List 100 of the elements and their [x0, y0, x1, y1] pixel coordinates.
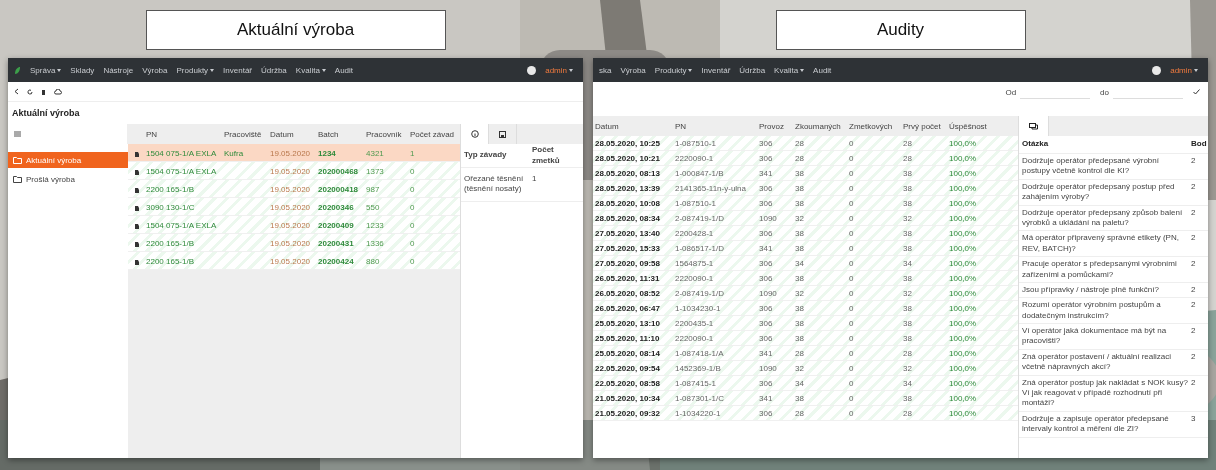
table-cell-text: 550 [365, 202, 381, 212]
nav-menu-item[interactable]: Audit [813, 65, 832, 75]
table-cell-text: 19.05.2020 [269, 220, 312, 230]
table-cell-text: 0 [848, 348, 855, 358]
table-cell-text: 1-087418-1/A [674, 348, 725, 358]
table-cell-text: 0 [848, 303, 855, 313]
refresh-icon[interactable] [27, 88, 33, 95]
table-row[interactable]: 22.05.2020, 09:54 1452369-1/B 1090 32 0 32 100,0% [593, 361, 1018, 376]
table-row[interactable]: 1504 075-1/A EXLA 19.05.2020 202000468 1373 0 [128, 162, 460, 180]
table-row[interactable]: 21.05.2020, 10:34 1-087301-1/C 341 38 0 38 100,0% [593, 391, 1018, 406]
table-cell-text: Kufra [223, 148, 245, 158]
table-row[interactable]: 25.05.2020, 13:10 2200435-1 306 38 0 38 100,0% [593, 316, 1018, 331]
table-cell-text: Jsou přípravky / nástroje plně funkční? [1022, 284, 1160, 296]
user-menu[interactable]: admin [545, 65, 573, 75]
nav-menu-item[interactable]: Sklady [70, 65, 95, 75]
nav-menu-item[interactable]: Inventář [701, 65, 731, 75]
table-cell-text: 26.05.2020, 06:47 [594, 303, 661, 313]
table-row[interactable]: 25.05.2020, 11:10 2220090-1 306 38 0 38 100,0% [593, 331, 1018, 346]
column-header[interactable]: Úspěšnost [947, 121, 1018, 131]
table-row[interactable]: 28.05.2020, 13:39 2141365-11n-y-ulna 306 38 0 38 100,0% [593, 181, 1018, 196]
leaf-logo-icon[interactable] [14, 65, 21, 75]
table-cell-text: 100,0% [948, 333, 978, 343]
column-header[interactable]: Pracoviště [222, 129, 268, 139]
user-avatar-icon[interactable] [527, 65, 537, 75]
table-row[interactable]: 1504 075-1/A EXLA 19.05.2020 20200409 1233 0 [128, 216, 460, 234]
cloud-icon[interactable] [54, 88, 62, 95]
nav-menu-item[interactable]: ska [599, 65, 612, 75]
table-row[interactable]: 28.05.2020, 10:08 1-087510-1 306 38 0 38 100,0% [593, 196, 1018, 211]
user-avatar-icon[interactable] [1152, 65, 1162, 75]
nav-menu-item[interactable]: Výroba [620, 65, 646, 75]
table-row[interactable]: 27.05.2020, 13:40 2200428-1 306 38 0 38 100,0% [593, 226, 1018, 241]
confirm-icon[interactable] [1193, 89, 1200, 95]
table-cell-text: 19.05.2020 [269, 148, 312, 158]
table-cell-text: 34 [902, 258, 913, 268]
back-icon[interactable] [14, 88, 19, 95]
nav-menu-item[interactable]: Kvalita [295, 65, 326, 75]
table-row[interactable]: 21.05.2020, 09:32 1-1034220-1 306 28 0 28 100,0% [593, 406, 1018, 421]
table-row[interactable]: 26.05.2020, 08:52 2-087419-1/D 1090 32 0 32 100,0% [593, 286, 1018, 301]
save-icon [499, 130, 506, 138]
column-header[interactable]: Počet závad [408, 129, 460, 139]
table-cell-text: 2 [1191, 233, 1197, 244]
table-row[interactable]: 27.05.2020, 15:33 1-086517-1/D 341 38 0 38 100,0% [593, 241, 1018, 256]
nav-menu-item[interactable]: Správa [30, 65, 62, 75]
table-row[interactable]: 28.05.2020, 10:25 1-087510-1 306 28 0 28 100,0% [593, 136, 1018, 151]
nav-menu-item[interactable]: Kvalita [774, 65, 805, 75]
table-cell-text: 27.05.2020, 09:58 [594, 258, 661, 268]
table-cell-text: 1336 [365, 238, 385, 248]
table-row[interactable]: 2200 165-1/B 19.05.2020 20200424 880 0 [128, 252, 460, 270]
column-header[interactable]: Datum [593, 121, 673, 131]
nav-menu-item[interactable]: Inventář [223, 65, 252, 75]
column-header[interactable]: PN [144, 129, 222, 139]
column-header[interactable]: PN [673, 121, 757, 131]
table-cell-text: 0 [848, 168, 855, 178]
column-header[interactable]: Provoz [757, 121, 793, 131]
table-cell-text: 38 [794, 303, 805, 313]
info-icon [470, 130, 479, 138]
page-title: Aktuální výroba [11, 107, 81, 120]
table-cell-text: 38 [902, 228, 913, 238]
table-row[interactable]: 25.05.2020, 08:14 1-087418-1/A 341 28 0 28 100,0% [593, 346, 1018, 361]
table-row[interactable]: 2200 165-1/B 19.05.2020 202000418 987 0 [128, 180, 460, 198]
table-row[interactable]: 2200 165-1/B 19.05.2020 20200431 1336 0 [128, 234, 460, 252]
nav-menu-item[interactable]: Údržba [261, 65, 287, 75]
table-cell-text: 1 [532, 174, 538, 185]
table-cell-text: 1 [409, 148, 416, 158]
table-cell-text: 28 [794, 408, 805, 418]
nav-menu-item[interactable]: Nástroje [103, 65, 134, 75]
table-cell-text: 0 [848, 273, 855, 283]
table-row[interactable]: 28.05.2020, 08:34 2-087419-1/D 1090 32 0 32 100,0% [593, 211, 1018, 226]
table-cell-text: 1373 [365, 166, 385, 176]
table-cell-text: 0 [848, 243, 855, 253]
table-cell-text: 306 [758, 378, 774, 388]
column-header[interactable]: Batch [316, 129, 364, 139]
column-header[interactable]: Zmetkových [847, 121, 901, 131]
table-row[interactable]: 28.05.2020, 08:13 1-000847-1/B 341 38 0 38 100,0% [593, 166, 1018, 181]
column-header[interactable]: Datum [268, 129, 316, 139]
table-cell-text: 100,0% [948, 363, 978, 373]
table-row[interactable]: 27.05.2020, 09:58 1564875-1 306 34 0 34 100,0% [593, 256, 1018, 271]
table-row[interactable]: 28.05.2020, 10:21 2220090-1 306 28 0 28 100,0% [593, 151, 1018, 166]
nav-menu-item[interactable]: Údržba [739, 65, 766, 75]
table-cell-text: 100,0% [948, 168, 978, 178]
table-cell-text: 100,0% [948, 138, 978, 148]
column-header[interactable]: Zkoumaných [793, 121, 847, 131]
table-row[interactable]: 26.05.2020, 11:31 2220090-1 306 38 0 38 100,0% [593, 271, 1018, 286]
tree-item-label: Aktuální výroba [26, 155, 82, 165]
slide-title: Aktuální výroba [145, 10, 446, 50]
table-row[interactable]: 22.05.2020, 08:58 1-087415-1 306 34 0 34 100,0% [593, 376, 1018, 391]
table-row[interactable]: 26.05.2020, 06:47 1-1034230-1 306 38 0 38 100,0% [593, 301, 1018, 316]
nav-menu-item[interactable]: Produkty [176, 65, 215, 75]
table-row[interactable]: 3090 130-1/C 19.05.2020 20200346 550 0 [128, 198, 460, 216]
nav-menu-item[interactable]: Produkty [654, 65, 693, 75]
date-from-label: Od [1005, 87, 1017, 97]
tree-item[interactable]: Prošlá výroba [8, 171, 128, 187]
user-menu[interactable]: admin [1170, 65, 1198, 75]
nav-menu-item[interactable]: Audit [334, 65, 354, 75]
nav-menu-item[interactable]: Výroba [142, 65, 168, 75]
table-cell-text: 202000418 [317, 184, 360, 194]
column-header[interactable]: Prvý počet [901, 121, 947, 131]
column-header[interactable]: Pracovník [364, 129, 408, 139]
table-cell-text: 20200424 [317, 256, 355, 266]
table-cell-text: 100,0% [948, 198, 978, 208]
